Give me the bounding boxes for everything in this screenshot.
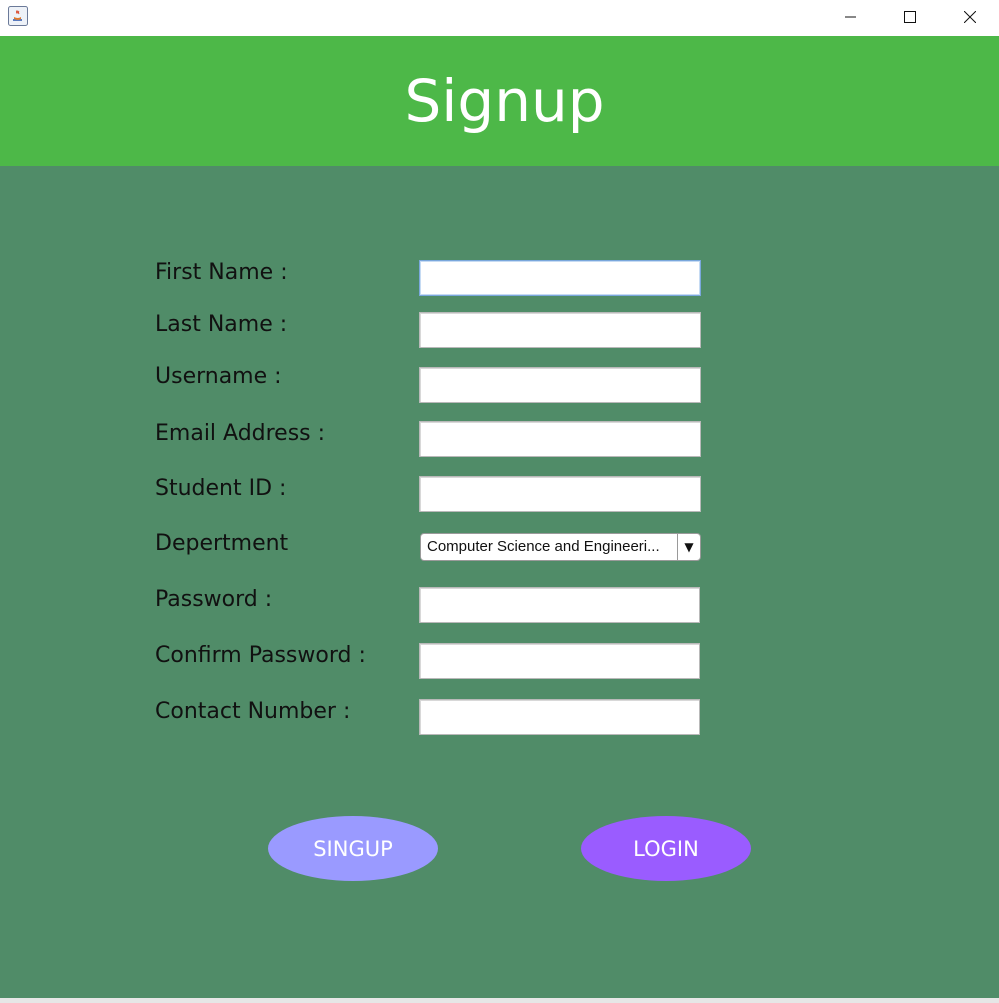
student-id-label: Student ID : — [155, 476, 287, 501]
last-name-label: Last Name : — [155, 312, 288, 337]
department-label: Depertment — [155, 531, 289, 556]
signup-header: Signup — [0, 36, 999, 166]
window-bottom-border — [0, 998, 999, 1003]
login-button[interactable]: LOGIN — [581, 816, 751, 881]
confirm-password-label: Confirm Password : — [155, 643, 366, 668]
first-name-label: First Name : — [155, 260, 288, 285]
email-label: Email Address : — [155, 421, 326, 446]
contact-number-label: Contact Number : — [155, 699, 351, 724]
close-button[interactable] — [940, 0, 999, 34]
password-input[interactable] — [419, 587, 700, 623]
first-name-input[interactable] — [419, 260, 701, 296]
page-title: Signup — [404, 67, 605, 135]
maximize-icon — [904, 11, 916, 23]
email-input[interactable] — [419, 421, 701, 457]
confirm-password-input[interactable] — [419, 643, 700, 679]
student-id-input[interactable] — [419, 476, 701, 512]
department-dropdown[interactable]: Computer Science and Engineeri... ▼ — [420, 533, 701, 561]
dropdown-arrow-icon[interactable]: ▼ — [677, 534, 700, 560]
signup-button[interactable]: SINGUP — [268, 816, 438, 881]
contact-number-input[interactable] — [419, 699, 700, 735]
close-icon — [964, 11, 976, 23]
password-label: Password : — [155, 587, 273, 612]
username-label: Username : — [155, 364, 282, 389]
last-name-input[interactable] — [419, 312, 701, 348]
minimize-button[interactable] — [821, 0, 881, 34]
username-input[interactable] — [419, 367, 701, 403]
department-selected-value: Computer Science and Engineeri... — [427, 538, 660, 555]
java-app-icon — [8, 6, 28, 26]
minimize-icon — [845, 16, 856, 18]
maximize-button[interactable] — [880, 0, 940, 34]
window-titlebar — [0, 0, 999, 36]
